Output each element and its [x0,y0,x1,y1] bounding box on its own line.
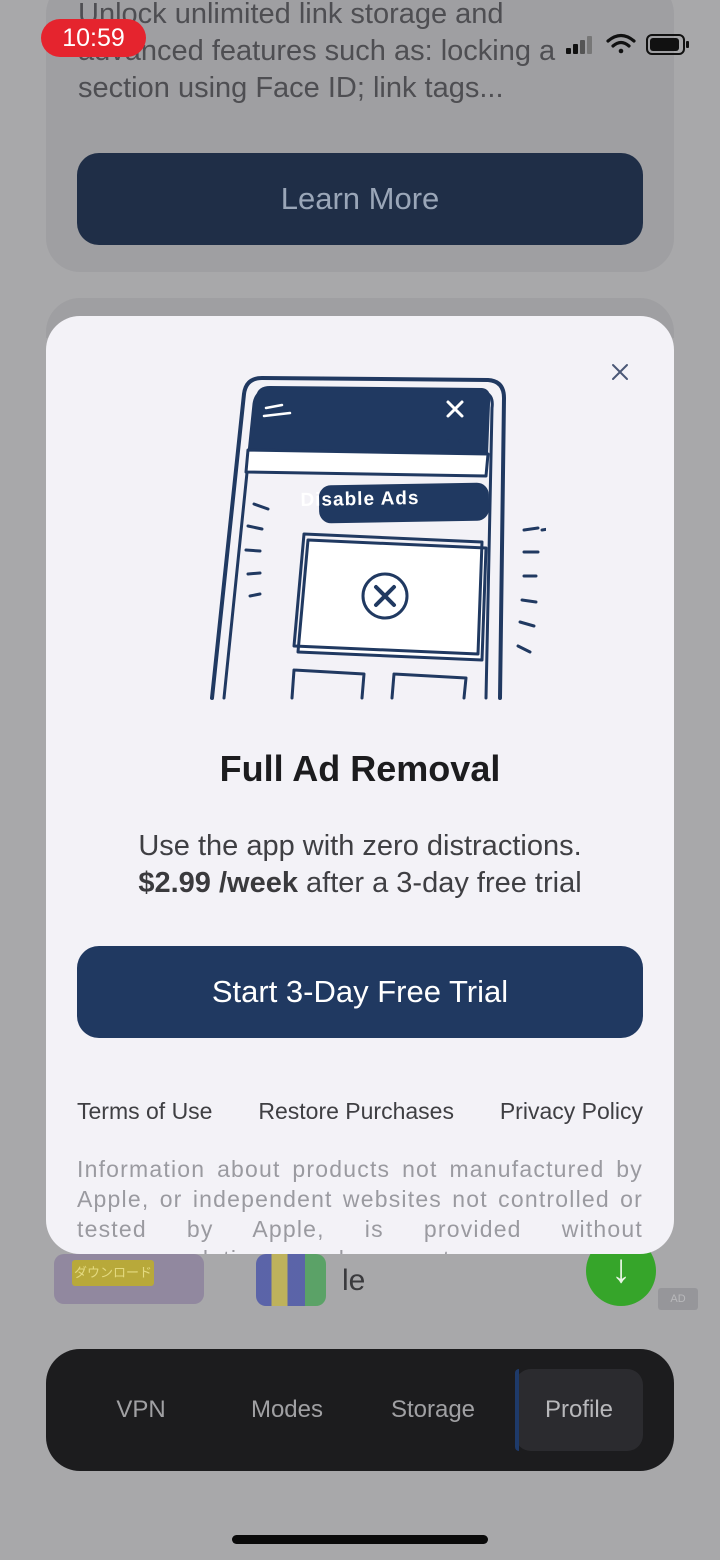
tab-profile[interactable]: Profile [515,1369,643,1451]
tab-modes[interactable]: Modes [223,1369,351,1451]
modal-description: Use the app with zero distractions. $2.9… [46,828,674,902]
tab-bar: VPN Modes Storage Profile [46,1349,674,1471]
price-line: $2.99 /week after a 3-day free trial [46,865,674,902]
tab-storage[interactable]: Storage [369,1369,497,1451]
background-card-text: Unlock unlimited link storage and advanc… [78,0,556,104]
illustration-label: Disable Ads [300,487,420,512]
legal-links: Terms of Use Restore Purchases Privacy P… [77,1098,643,1125]
ad-text: le [342,1264,366,1297]
home-indicator[interactable] [232,1535,488,1544]
ad-download-label: ダウンロード [72,1260,154,1286]
description-line: Use the app with zero distractions. [138,830,582,862]
ad-badge: AD [658,1288,698,1310]
battery-icon [646,34,689,55]
restore-purchases-link[interactable]: Restore Purchases [258,1098,454,1125]
price-suffix: after a 3-day free trial [297,867,582,899]
ad-image-bars [256,1254,326,1306]
privacy-policy-link[interactable]: Privacy Policy [500,1098,643,1125]
price-text: $2.99 /week [138,867,298,899]
signal-icon [566,36,592,54]
tab-vpn[interactable]: VPN [77,1369,205,1451]
status-time: 10:59 [41,19,146,57]
modal-title: Full Ad Removal [219,748,501,789]
close-icon[interactable] [602,354,638,390]
start-trial-button[interactable]: Start 3-Day Free Trial [77,946,643,1038]
terms-of-use-link[interactable]: Terms of Use [77,1098,212,1125]
wifi-icon [606,33,636,54]
learn-more-button[interactable]: Learn More [77,153,643,245]
phone-illustration: Disable Ads [186,364,556,704]
status-icons [560,30,700,60]
apple-disclaimer: Information about products not manufactu… [77,1156,643,1254]
paywall-modal: Disable Ads Full Ad Removal Use the app … [46,316,674,1254]
